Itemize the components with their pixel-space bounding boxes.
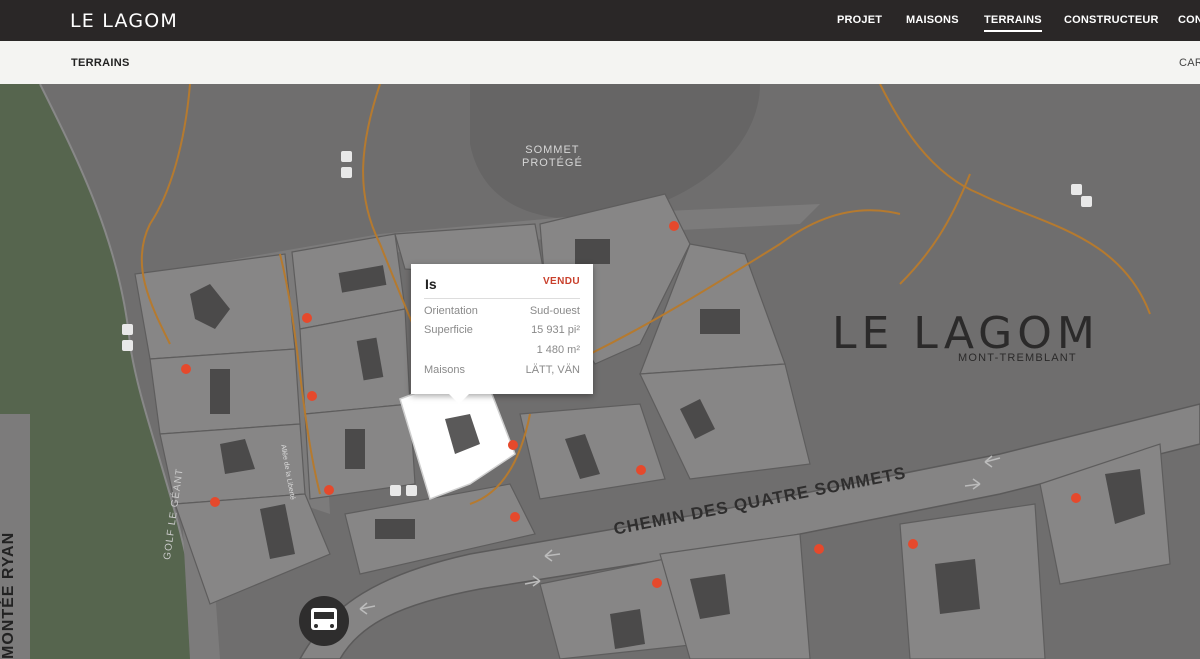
map-brand-subtitle: MONT-TREMBLANT [958, 352, 1077, 364]
popup-title: Is [425, 276, 437, 292]
site-logo[interactable]: LE LAGOM [70, 10, 178, 32]
summit-label: SOMMET PROTÉGÉ [522, 144, 583, 169]
popup-divider [424, 298, 580, 299]
status-badge: VENDU [542, 276, 580, 287]
sub-header: TERRAINS CAR [0, 41, 1200, 85]
lot-popup[interactable]: Is VENDU Orientation Sud-ouest Superfici… [411, 264, 593, 404]
nav-item-projet[interactable]: PROJET [837, 14, 882, 26]
site-map[interactable]: SOMMET PROTÉGÉ LE LAGOM MONT-TREMBLANT C… [0, 84, 1200, 659]
map-canvas [0, 84, 1200, 659]
breadcrumb: TERRAINS [71, 57, 130, 69]
nav-item-contact[interactable]: CON [1178, 14, 1200, 26]
bus-icon[interactable] [299, 596, 349, 646]
nav-item-constructeur[interactable]: CONSTRUCTEUR [1064, 14, 1159, 26]
top-navigation-bar: LE LAGOM PROJET MAISONS TERRAINS CONSTRU… [0, 0, 1200, 41]
nav-item-maisons[interactable]: MAISONS [906, 14, 959, 26]
nav-item-terrains[interactable]: TERRAINS [984, 14, 1042, 32]
road-label-left: MONTÉE RYAN [0, 531, 17, 659]
map-view-link[interactable]: CAR [1179, 57, 1200, 69]
